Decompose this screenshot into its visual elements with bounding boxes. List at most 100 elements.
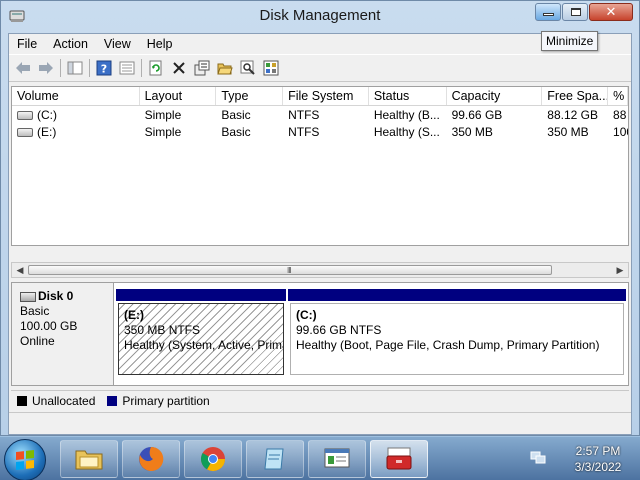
chrome-icon [200,447,225,472]
taskbar-computer-management[interactable] [308,440,366,478]
open-folder-icon [217,63,233,75]
clock-date: 3/3/2022 [574,460,622,474]
windows-logo-icon [16,450,34,470]
network-icon[interactable] [530,451,546,465]
volume-list-header: Volume Layout Type File System Status Ca… [12,87,628,106]
back-button[interactable] [13,58,33,78]
properties-icon [194,60,210,76]
toolbar-separator [89,59,90,77]
toolbox-icon [386,447,412,470]
unallocated-swatch [17,395,27,406]
partition-size: 99.66 GB NTFS [296,323,382,337]
minimize-tooltip: Minimize [541,31,599,51]
properties-list-button[interactable] [117,58,137,78]
volume-row-e[interactable]: (E:) Simple Basic NTFS Healthy (S... 350… [12,123,628,140]
help-button[interactable]: ? [94,58,114,78]
close-button[interactable]: ✕ [589,3,633,21]
svg-text:?: ? [101,63,107,76]
maximize-icon [571,8,581,16]
volume-name: (C:) [37,107,57,122]
free-space-cell: 350 MB [547,124,589,139]
forward-button[interactable] [36,58,56,78]
percent-free-cell: 100 [613,124,628,139]
column-header-free-space[interactable]: Free Spa... [542,87,609,105]
show-hide-console-tree-button[interactable] [65,58,85,78]
partition-c-details: (C:) 99.66 GB NTFS Healthy (Boot, Page F… [290,303,624,375]
capacity-cell: 350 MB [451,124,493,139]
column-header-capacity[interactable]: Capacity [447,87,543,105]
legend: Unallocated Primary partition [11,390,629,410]
status-bar [9,412,631,435]
minimize-button[interactable] [535,3,561,21]
column-header-layout[interactable]: Layout [140,87,217,105]
settings-button[interactable] [261,58,281,78]
maximize-button[interactable] [562,3,588,21]
taskbar-disk-management[interactable] [370,440,428,478]
magnifier-icon [240,60,255,75]
title-bar[interactable]: Disk Management ✕ [1,1,639,33]
scroll-right-arrow-icon[interactable]: ▶ [614,265,626,276]
menu-view[interactable]: View [96,37,139,51]
type-cell: Basic [221,124,251,139]
layout-cell: Simple [144,107,182,122]
disk-management-window: Disk Management ✕ File Action View Help [0,0,640,436]
horizontal-scrollbar[interactable]: ◀ III ▶ [11,262,629,278]
column-header-volume[interactable]: Volume [12,87,140,105]
menu-file[interactable]: File [9,37,45,51]
disk-0-label[interactable]: Disk 0 Basic 100.00 GB Online [12,283,114,385]
taskbar-notepad[interactable] [246,440,304,478]
taskbar-explorer[interactable] [60,440,118,478]
scroll-thumb[interactable]: III [28,265,552,275]
search-button[interactable] [238,58,258,78]
console-tree-icon [67,61,83,75]
column-header-type[interactable]: Type [216,87,284,105]
refresh-button[interactable] [146,58,166,78]
properties-button[interactable] [192,58,212,78]
notepad-icon [264,448,284,470]
delete-button[interactable] [169,58,189,78]
file-system-cell: NTFS [288,124,320,139]
volume-name: (E:) [37,124,57,139]
start-button[interactable] [4,439,46,480]
folder-icon [75,450,103,470]
status-cell: Healthy (S... [373,124,440,139]
partition-c[interactable]: (C:) 99.66 GB NTFS Healthy (Boot, Page F… [288,289,626,377]
disk-size: 100.00 GB [20,319,78,333]
taskbar-firefox[interactable] [122,440,180,478]
refresh-icon [149,60,162,76]
volume-list: Volume Layout Type File System Status Ca… [11,86,629,246]
column-header-status[interactable]: Status [369,87,447,105]
volume-row-c[interactable]: (C:) Simple Basic NTFS Healthy (B... 99.… [12,106,628,123]
toolbar: ? [9,54,631,82]
menu-help[interactable]: Help [139,37,181,51]
disk-type: Basic [20,304,50,318]
partition-letter: (E:) [124,308,144,322]
legend-primary-partition: Primary partition [122,393,210,408]
toolbar-separator [141,59,142,77]
partition-e[interactable]: (E:) 350 MB NTFS Healthy (System, Active… [116,289,286,377]
volume-cell: (E:) [12,125,140,139]
partition-bar [288,289,626,301]
clock-time: 2:57 PM [575,444,621,458]
disk-name: Disk 0 [38,289,74,303]
legend-unallocated: Unallocated [32,393,96,408]
disk-graphical-view: Disk 0 Basic 100.00 GB Online (E:) 350 M… [11,282,629,386]
type-cell: Basic [221,107,251,122]
capacity-cell: 99.66 GB [451,107,503,122]
open-button[interactable] [215,58,235,78]
settings-grid-icon [263,60,279,76]
partition-size: 350 MB NTFS [124,323,201,337]
scroll-left-arrow-icon[interactable]: ◀ [14,265,26,276]
taskbar-chrome[interactable] [184,440,242,478]
column-header-file-system[interactable]: File System [283,87,369,105]
system-clock[interactable]: 2:57 PM 3/3/2022 [560,443,636,475]
column-header-percent-free[interactable]: % F [608,87,628,105]
forward-arrow-icon [39,62,53,74]
drive-icon [17,127,33,137]
primary-partition-swatch [107,395,118,406]
close-icon: ✕ [605,4,617,19]
partition-e-details: (E:) 350 MB NTFS Healthy (System, Active… [118,303,284,375]
disk-icon [20,291,36,302]
minimize-icon [543,13,554,16]
menu-action[interactable]: Action [45,37,96,51]
